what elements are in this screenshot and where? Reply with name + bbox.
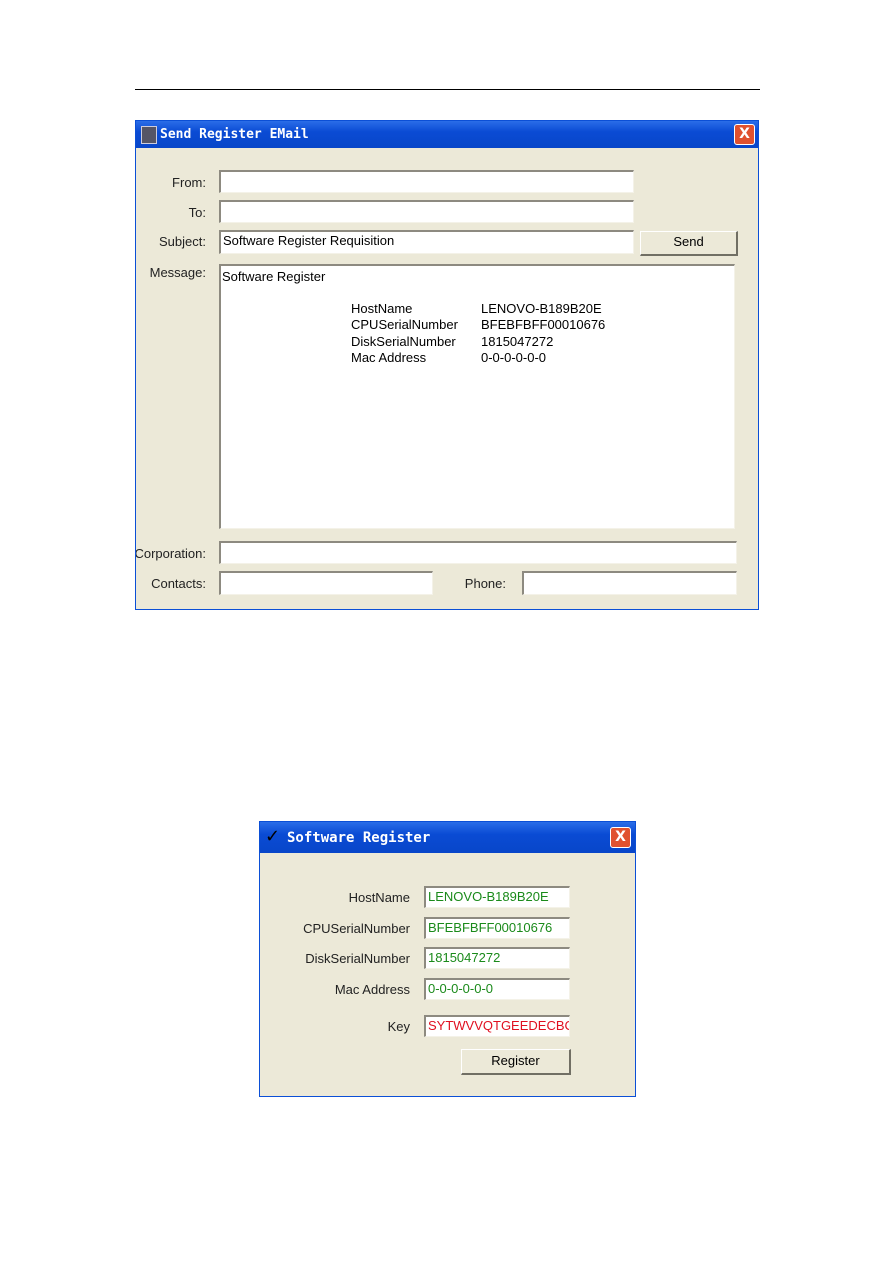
- disk-serial-input[interactable]: 1815047272: [424, 947, 570, 969]
- contacts-label: Contacts:: [151, 576, 206, 591]
- from-label: From:: [172, 175, 206, 190]
- subject-input[interactable]: Software Register Requisition: [219, 230, 634, 254]
- message-value: 1815047272: [481, 334, 554, 349]
- page-rule: [135, 89, 760, 90]
- phone-label: Phone:: [464, 576, 506, 591]
- key-input[interactable]: SYTWVVQTGEEDECBC: [424, 1015, 570, 1037]
- subject-label: Subject:: [159, 234, 206, 249]
- send-register-email-dialog: Send Register EMail X From: To: Subject:…: [135, 120, 759, 610]
- to-label: To:: [188, 205, 206, 220]
- message-key: HostName: [351, 301, 413, 316]
- message-key: Mac Address: [351, 350, 427, 365]
- cpu-serial-label: CPUSerialNumber: [303, 921, 410, 936]
- to-input[interactable]: [219, 200, 634, 223]
- corporation-input[interactable]: [219, 541, 737, 564]
- disk-serial-label: DiskSerialNumber: [305, 951, 410, 966]
- dialog-title: Software Register: [287, 830, 431, 846]
- key-label: Key: [387, 1019, 410, 1034]
- send-button[interactable]: Send: [640, 231, 738, 256]
- app-icon: [141, 126, 157, 144]
- cpu-serial-input[interactable]: BFEBFBFF00010676: [424, 917, 570, 939]
- from-input[interactable]: [219, 170, 634, 193]
- corporation-label: Corporation:: [135, 546, 206, 561]
- contacts-input[interactable]: [219, 571, 433, 595]
- message-value: BFEBFBFF00010676: [481, 317, 606, 332]
- message-key: DiskSerialNumber: [351, 334, 456, 349]
- message-heading: Software Register: [222, 269, 326, 284]
- phone-input[interactable]: [522, 571, 737, 595]
- dialog-title: Send Register EMail: [160, 127, 309, 142]
- message-value: 0-0-0-0-0-0: [481, 350, 547, 365]
- hostname-input[interactable]: LENOVO-B189B20E: [424, 886, 570, 908]
- message-textarea[interactable]: Software Register HostName LENOVO-B189B2…: [219, 264, 735, 529]
- mac-address-input[interactable]: 0-0-0-0-0-0: [424, 978, 570, 1000]
- hostname-label: HostName: [348, 890, 410, 905]
- title-bar[interactable]: Send Register EMail X: [136, 121, 758, 148]
- checkmark-icon: ✓: [265, 826, 281, 847]
- software-register-dialog: ✓ Software Register X HostName LENOVO-B1…: [259, 821, 636, 1097]
- close-icon[interactable]: X: [610, 827, 631, 848]
- message-value: LENOVO-B189B20E: [481, 301, 602, 316]
- close-icon[interactable]: X: [734, 124, 755, 145]
- message-label: Message:: [149, 265, 206, 280]
- mac-address-label: Mac Address: [334, 982, 410, 997]
- title-bar[interactable]: ✓ Software Register X: [260, 822, 635, 853]
- message-key: CPUSerialNumber: [351, 317, 458, 332]
- register-button[interactable]: Register: [461, 1049, 571, 1075]
